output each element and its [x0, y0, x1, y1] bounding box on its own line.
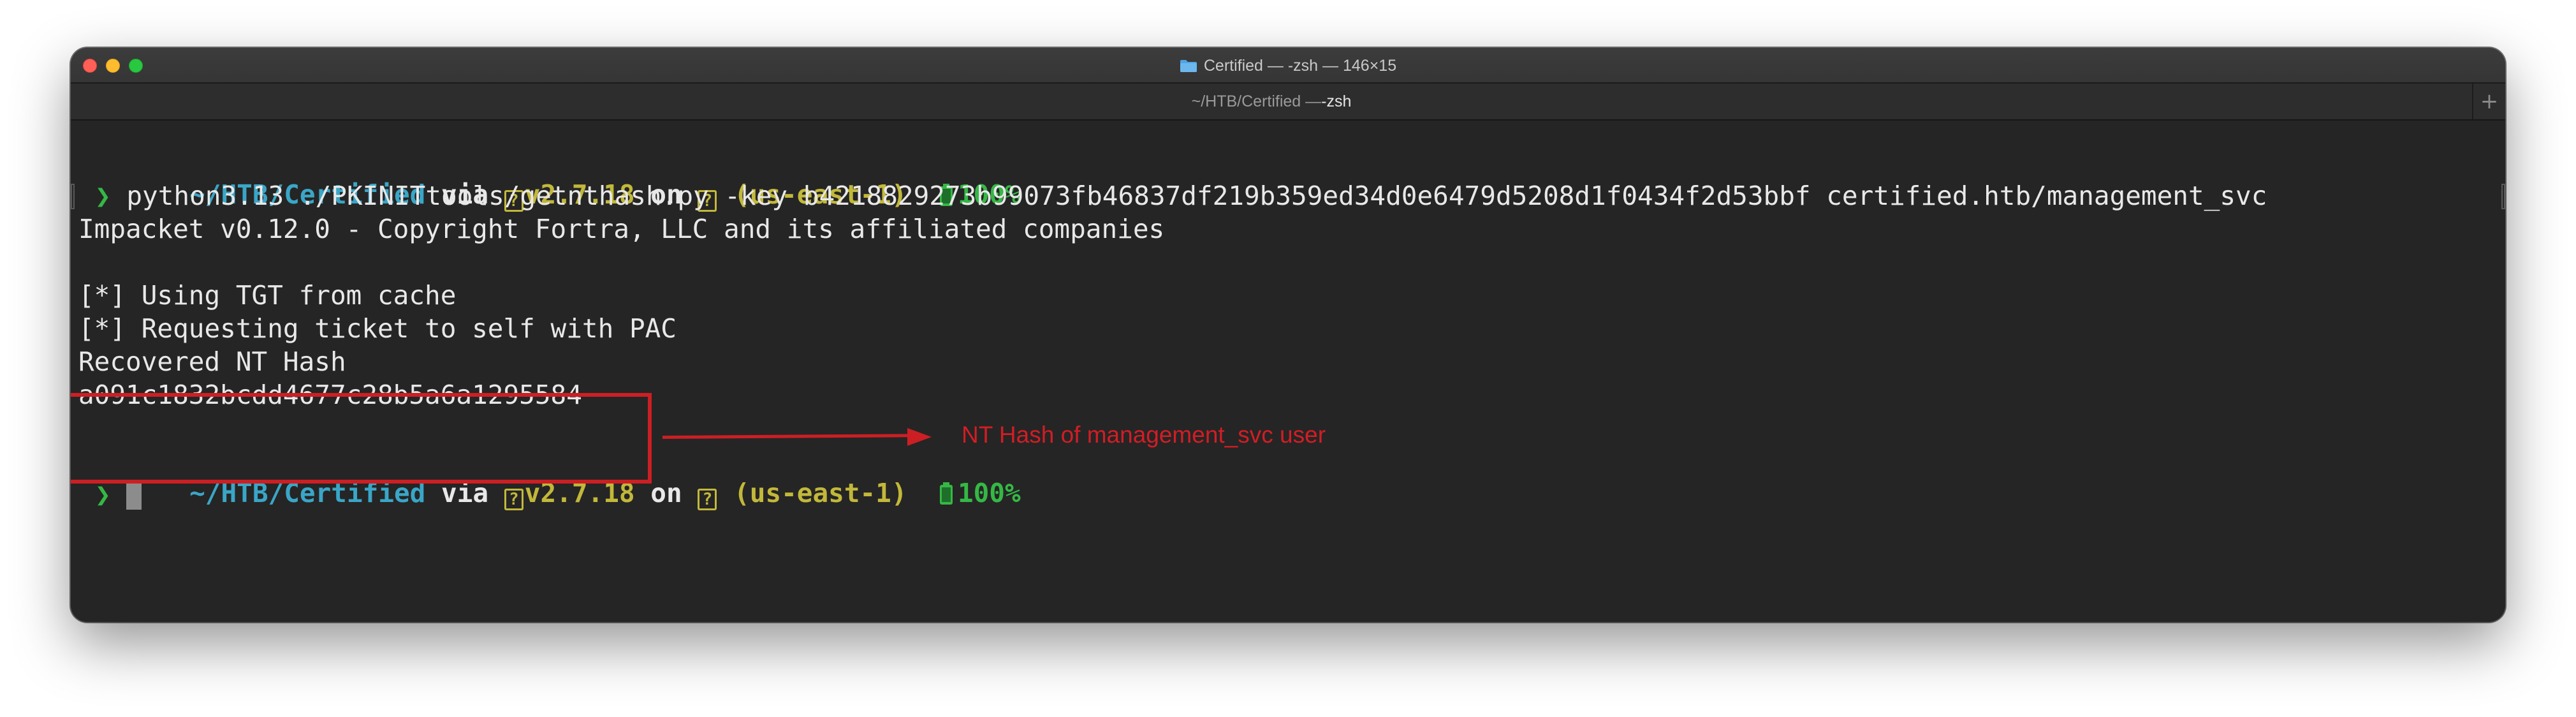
terminal-window: Certified — -zsh — 146×15 ~/HTB/Certifie…	[71, 48, 2505, 622]
prompt-line: ~/HTB/Certified via ? v2.7.18 on ? (us-ea…	[95, 145, 1021, 212]
tab-bar: ~/HTB/Certified — -zsh +	[71, 84, 2505, 121]
arrow-icon	[907, 428, 932, 446]
aws-region: (us-east-1)	[718, 478, 907, 508]
command-text: python3.13 ./PKINITtools/getnthash.py -k…	[110, 181, 2267, 211]
output-line: Recovered NT Hash	[78, 346, 346, 377]
output-line: [*] Using TGT from cache	[78, 280, 457, 311]
highlight-box	[71, 393, 652, 484]
question-box-icon: ?	[504, 489, 523, 510]
new-tab-button[interactable]: +	[2472, 84, 2505, 119]
battery-icon	[939, 482, 953, 505]
tab-active[interactable]: ~/HTB/Certified — -zsh	[71, 84, 2472, 119]
arrow-line	[662, 434, 913, 439]
window-title-text: Certified — -zsh — 146×15	[1203, 56, 1397, 75]
output-line: Impacket v0.12.0 - Copyright Fortra, LLC…	[78, 214, 1165, 244]
folder-icon	[1180, 59, 1197, 73]
prompt-chevron: ❯	[95, 479, 111, 510]
tab-path: ~/HTB/Certified —	[1191, 92, 1322, 110]
prompt-chevron: ❯	[95, 181, 111, 211]
annotation-label: NT Hash of management_svc user	[962, 422, 1326, 448]
output-line: [*] Requesting ticket to self with PAC	[78, 313, 677, 344]
tab-shell: -zsh	[1321, 92, 1352, 110]
mark-bracket-left	[71, 184, 75, 209]
terminal-content[interactable]: ~/HTB/Certified via ? v2.7.18 on ? (us-ea…	[71, 121, 2505, 622]
mark-bracket-right	[2501, 184, 2505, 209]
window-title: Certified — -zsh — 146×15	[71, 48, 2505, 84]
text-cursor	[126, 480, 142, 510]
question-box-icon: ?	[698, 489, 717, 510]
battery-percent: 100%	[957, 478, 1021, 508]
title-bar[interactable]: Certified — -zsh — 146×15	[71, 48, 2505, 84]
command-line: ❯ python3.13 ./PKINITtools/getnthash.py …	[95, 179, 2267, 212]
